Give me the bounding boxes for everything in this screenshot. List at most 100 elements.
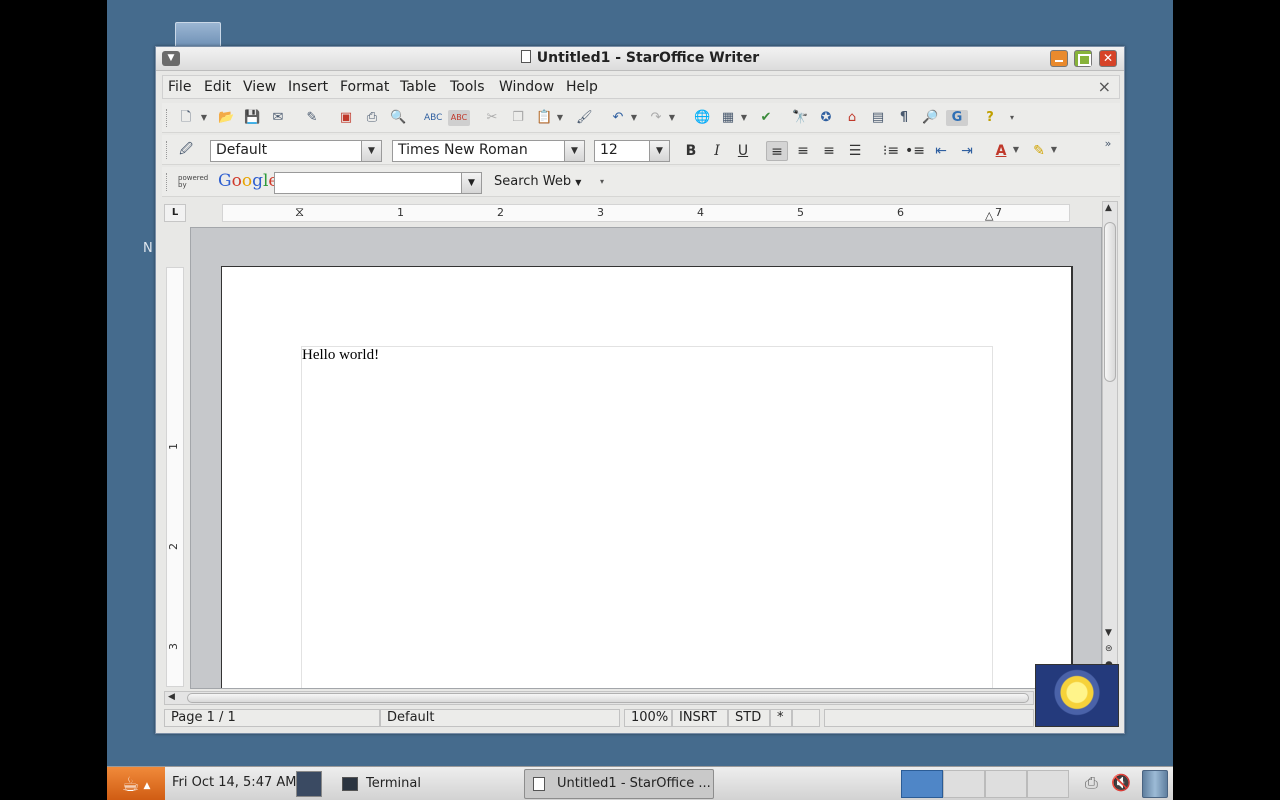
clock[interactable]: Fri Oct 14, 5:47 AM xyxy=(172,775,296,790)
menu-view[interactable]: View xyxy=(243,79,276,95)
document-area[interactable]: Hello world! I xyxy=(190,227,1102,689)
redo-dropdown-icon[interactable]: ▼ xyxy=(668,110,676,126)
paste-dropdown-icon[interactable]: ▼ xyxy=(556,110,564,126)
right-indent-marker-icon[interactable]: △ xyxy=(985,209,993,222)
print-icon[interactable]: ⎙ xyxy=(364,110,380,126)
java-launch-menu-button[interactable]: ☕ ▲ xyxy=(107,767,165,800)
align-right-icon[interactable]: ≡ xyxy=(818,141,840,161)
cut-icon[interactable]: ✂ xyxy=(484,110,500,126)
table-dropdown-icon[interactable]: ▼ xyxy=(740,110,748,126)
scroll-thumb[interactable] xyxy=(1104,222,1116,382)
toolbar-grip[interactable] xyxy=(166,109,169,127)
menu-insert[interactable]: Insert xyxy=(288,79,328,95)
minimize-button[interactable] xyxy=(1050,50,1068,67)
new-dropdown-icon[interactable]: ▼ xyxy=(200,110,208,126)
nonprinting-characters-icon[interactable]: ¶ xyxy=(896,110,912,126)
vertical-ruler[interactable]: 1 2 3 xyxy=(166,267,184,687)
scroll-up-icon[interactable]: ▲ xyxy=(1105,203,1112,213)
table-icon[interactable]: ▦ xyxy=(720,110,736,126)
google-icon[interactable]: G xyxy=(946,110,968,126)
font-size-select[interactable]: 12 ▼ xyxy=(594,140,670,162)
horizontal-scrollbar[interactable]: ◀ xyxy=(164,691,1034,705)
scroll-down-icon[interactable]: ▼ xyxy=(1105,628,1112,638)
close-button[interactable]: ✕ xyxy=(1099,50,1117,67)
left-indent-marker-icon[interactable]: ⧖ xyxy=(295,205,304,220)
bullets-icon[interactable]: •≡ xyxy=(904,141,926,161)
redo-icon[interactable]: ↷ xyxy=(648,110,664,126)
maximize-button[interactable] xyxy=(1074,50,1092,67)
hyperlink-icon[interactable]: 🌐 xyxy=(694,110,710,126)
chevron-down-icon[interactable]: ▼ xyxy=(564,141,584,161)
chevron-down-icon[interactable]: ▼ xyxy=(361,141,381,161)
paragraph-style-select[interactable]: Default ▼ xyxy=(210,140,382,162)
workspace-3[interactable] xyxy=(985,770,1027,798)
autospellcheck-icon[interactable]: ABC xyxy=(448,110,470,126)
zoom-indicator[interactable]: 100% xyxy=(624,709,672,727)
numbering-icon[interactable]: ⁝≡ xyxy=(880,141,902,161)
task-terminal[interactable]: Terminal xyxy=(333,769,513,799)
document-text[interactable]: Hello world! xyxy=(302,347,379,364)
task-staroffice-writer[interactable]: Untitled1 - StarOffice ... xyxy=(524,769,714,799)
justify-icon[interactable]: ☰ xyxy=(844,141,866,161)
data-sources-icon[interactable]: ▤ xyxy=(870,110,886,126)
bold-button[interactable]: B xyxy=(680,141,702,161)
format-paintbrush-icon[interactable]: 🖌 xyxy=(576,110,593,126)
highlighting-dropdown-icon[interactable]: ▼ xyxy=(1050,142,1058,158)
trash-icon[interactable] xyxy=(1142,770,1168,798)
desktop-folder-icon[interactable] xyxy=(175,22,221,48)
menu-file[interactable]: File xyxy=(168,79,191,95)
menu-format[interactable]: Format xyxy=(340,79,389,95)
spellcheck-icon[interactable]: ABC xyxy=(424,110,442,126)
decrease-indent-icon[interactable]: ⇤ xyxy=(930,141,952,161)
scroll-left-icon[interactable]: ◀ xyxy=(168,692,175,702)
copy-icon[interactable]: ❐ xyxy=(510,110,526,126)
printer-icon[interactable]: ⎙ xyxy=(1085,773,1098,793)
paste-icon[interactable]: 📋 xyxy=(536,110,552,126)
undo-icon[interactable]: ↶ xyxy=(610,110,626,126)
export-pdf-icon[interactable]: ▣ xyxy=(338,110,354,126)
zoom-icon[interactable]: 🔎 xyxy=(922,110,938,126)
new-icon[interactable]: 🗋 xyxy=(178,110,194,126)
undo-dropdown-icon[interactable]: ▼ xyxy=(630,110,638,126)
toolbar-grip[interactable] xyxy=(166,141,169,159)
align-center-icon[interactable]: ≡ xyxy=(792,141,814,161)
toolbar-overflow-icon[interactable]: ▾ xyxy=(598,174,606,190)
workspace-2[interactable] xyxy=(943,770,985,798)
save-icon[interactable]: 💾 xyxy=(244,110,260,126)
edit-file-icon[interactable]: ✎ xyxy=(304,110,320,126)
page-indicator[interactable]: Page 1 / 1 xyxy=(164,709,380,727)
menu-tools[interactable]: Tools xyxy=(450,79,485,95)
styles-formatting-icon[interactable]: 🖉 xyxy=(178,142,194,158)
title-bar[interactable]: ▼ Untitled1 - StarOffice Writer ✕ xyxy=(156,47,1124,71)
navigator-icon[interactable]: ✪ xyxy=(818,110,834,126)
font-color-icon[interactable]: A xyxy=(990,141,1012,161)
toolbar-grip[interactable] xyxy=(166,173,169,191)
workspace-1[interactable] xyxy=(901,770,943,798)
search-web-button[interactable]: Search Web ▼ xyxy=(494,174,581,189)
insert-mode-indicator[interactable]: INSRT xyxy=(672,709,728,727)
google-search-input[interactable]: ▼ xyxy=(274,172,482,194)
font-color-dropdown-icon[interactable]: ▼ xyxy=(1012,142,1020,158)
signature-indicator[interactable] xyxy=(792,709,820,727)
volume-muted-icon[interactable]: 🔇 xyxy=(1111,773,1131,792)
italic-button[interactable]: I xyxy=(706,141,728,161)
document-page[interactable]: Hello world! I xyxy=(221,266,1073,688)
scroll-thumb[interactable] xyxy=(187,693,1029,703)
vertical-scrollbar[interactable]: ▲ ▼ ⊜ ● xyxy=(1102,201,1118,689)
increase-indent-icon[interactable]: ⇥ xyxy=(956,141,978,161)
menu-edit[interactable]: Edit xyxy=(204,79,231,95)
show-desktop-icon[interactable] xyxy=(296,771,322,797)
page-style-indicator[interactable]: Default xyxy=(380,709,620,727)
help-icon[interactable]: ? xyxy=(982,110,998,126)
align-left-icon[interactable]: ≡ xyxy=(766,141,788,161)
find-replace-icon[interactable]: 🔭 xyxy=(792,110,808,126)
tab-stop-selector[interactable]: L xyxy=(164,204,186,222)
horizontal-ruler[interactable]: ⧖ 1 2 3 4 5 6 7 △ xyxy=(222,204,1070,222)
menu-table[interactable]: Table xyxy=(400,79,436,95)
page-preview-icon[interactable]: 🔍 xyxy=(390,110,406,126)
menu-help[interactable]: Help xyxy=(566,79,598,95)
email-icon[interactable]: ✉ xyxy=(270,110,286,126)
close-document-button[interactable]: × xyxy=(1098,77,1111,96)
previous-page-icon[interactable]: ⊜ xyxy=(1105,644,1113,654)
underline-button[interactable]: U xyxy=(732,141,754,161)
